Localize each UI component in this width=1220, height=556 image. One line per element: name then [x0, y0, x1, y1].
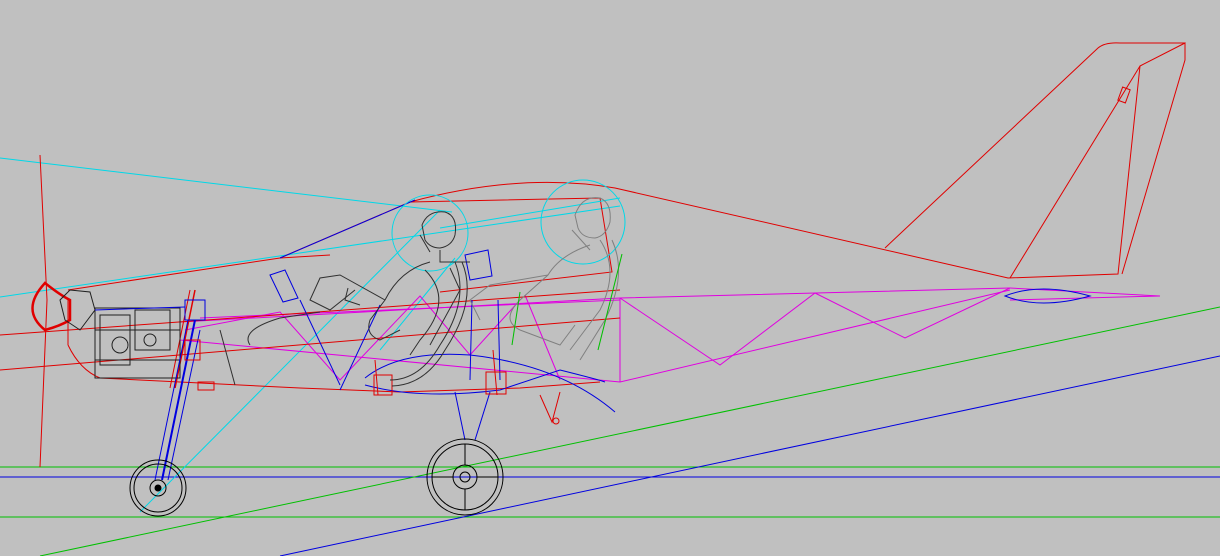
engine	[59, 289, 181, 379]
tail-strike-line	[39, 306, 1220, 556]
windshield-frame	[279, 199, 416, 259]
sightline-seat	[379, 257, 456, 351]
canopy	[391, 179, 626, 272]
nose-wheel	[129, 459, 187, 517]
rear-pilot	[469, 197, 620, 361]
rotation-line	[279, 355, 1220, 556]
nose-gear	[154, 319, 215, 481]
front-pilot	[219, 211, 470, 386]
sightline-upper	[0, 157, 453, 213]
pilot-helmet-icon	[421, 211, 456, 249]
spinner-icon	[31, 281, 72, 332]
aircraft-side-view	[0, 42, 1220, 556]
propeller	[39, 154, 48, 468]
rear-pilot-helmet-icon	[574, 197, 611, 239]
tailboom-truss	[179, 287, 1161, 383]
sightline-lower	[0, 205, 621, 298]
cad-drawing-canvas	[0, 0, 1220, 556]
